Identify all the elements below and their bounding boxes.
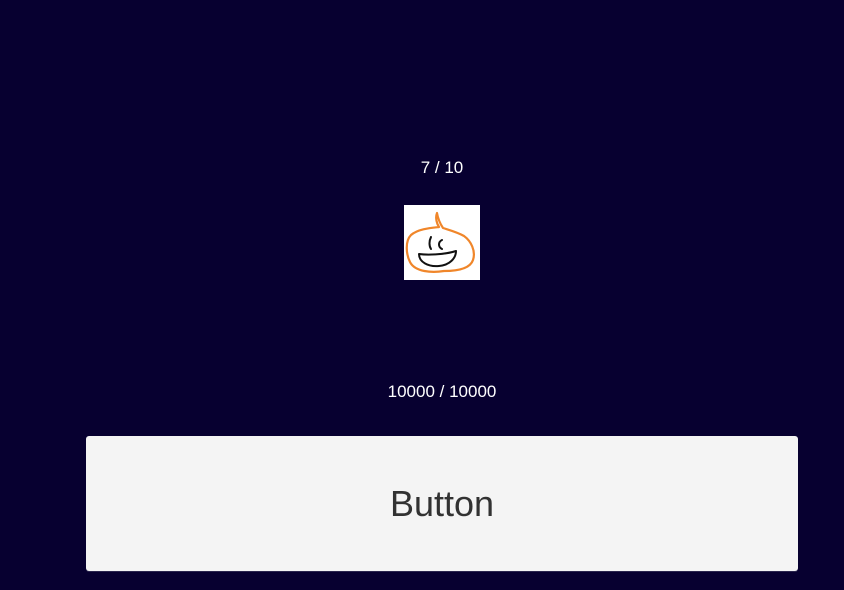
resource-counter: 10000 / 10000 [387, 382, 497, 401]
stage-counter: 7 / 10 [420, 158, 464, 177]
slime-face-icon [405, 211, 475, 273]
slime-character-image [404, 205, 480, 280]
action-button[interactable]: Button [86, 436, 798, 571]
